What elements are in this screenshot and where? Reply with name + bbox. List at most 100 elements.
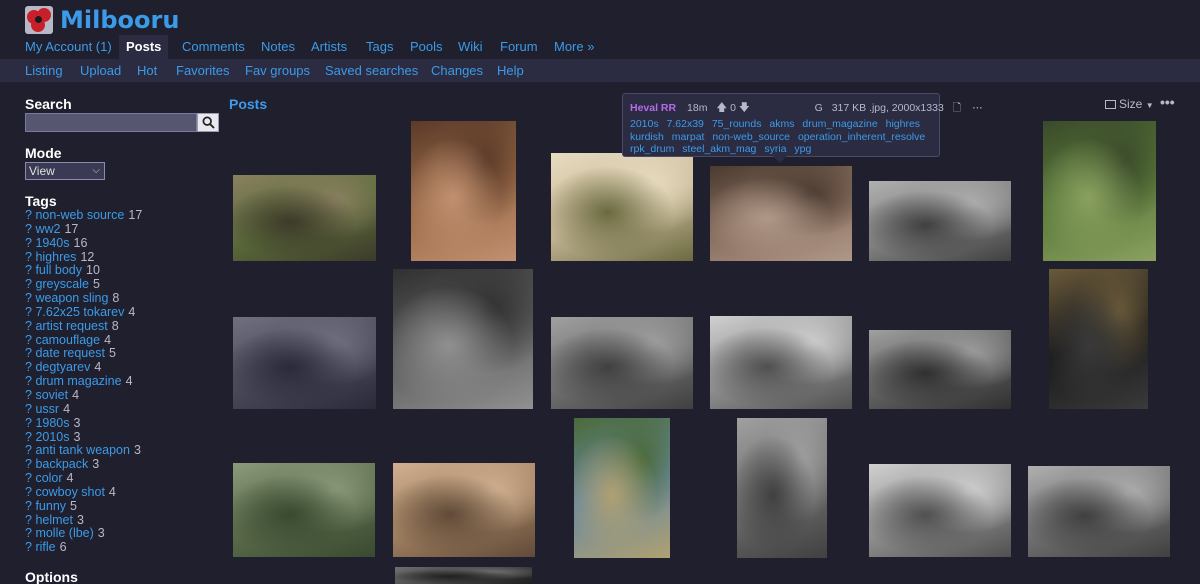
search-button[interactable] [197,113,219,132]
tag-wiki-link[interactable]: ? [25,540,32,554]
nav-tags[interactable]: Tags [359,35,400,59]
tag-search-link[interactable]: 1940s [35,236,69,250]
search-input[interactable] [25,113,197,132]
thumb-poster-document[interactable] [1049,269,1148,409]
subnav-hot[interactable]: Hot [137,59,157,82]
tag-search-link[interactable]: 7.62x25 tokarev [35,305,124,319]
thumb-kurdish-fighter[interactable] [710,166,852,261]
tag-search-link[interactable]: soviet [35,388,68,402]
thumb-partial-bottom[interactable] [395,567,532,584]
nav-my-account[interactable]: My Account (1) [18,35,119,59]
tag-search-link[interactable]: molle (lbe) [35,526,93,540]
tag-search-link[interactable]: anti tank weapon [35,443,130,457]
tag-search-link[interactable]: full body [35,263,82,277]
tag-wiki-link[interactable]: ? [25,319,32,333]
tag-wiki-link[interactable]: ? [25,374,32,388]
tag-wiki-link[interactable]: ? [25,443,32,457]
subnav-help[interactable]: Help [497,59,524,82]
tag-wiki-link[interactable]: ? [25,485,32,499]
tag-wiki-link[interactable]: ? [25,333,32,347]
tag-wiki-link[interactable]: ? [25,236,32,250]
tag-wiki-link[interactable]: ? [25,360,32,374]
tag-wiki-link[interactable]: ? [25,457,32,471]
thumb-trench-soldiers[interactable] [869,181,1011,261]
tooltip-tag-link[interactable]: kurdish [630,131,664,143]
more-options-button[interactable]: ••• [1160,94,1175,110]
tag-wiki-link[interactable]: ? [25,277,32,291]
thumb-soldier-bazooka[interactable] [1028,466,1170,557]
thumb-soldier-helmet[interactable] [233,463,375,557]
thumb-soldier-rpg[interactable] [411,121,516,261]
tag-wiki-link[interactable]: ? [25,222,32,236]
thumb-children-cannon[interactable] [869,464,1011,557]
thumb-spec-ops-team[interactable] [233,317,376,409]
subnav-listing[interactable]: Listing [25,59,63,82]
thumb-firing-line[interactable] [869,330,1011,409]
size-selector[interactable]: Size ▼ [1105,97,1154,111]
tag-wiki-link[interactable]: ? [25,416,32,430]
tooltip-tag-link[interactable]: rpk_drum [630,143,674,155]
subnav-favorites[interactable]: Favorites [176,59,229,82]
site-title[interactable]: Milbooru [60,6,179,34]
tag-search-link[interactable]: artist request [35,319,107,333]
nav-posts[interactable]: Posts [119,35,169,59]
subnav-fav-groups[interactable]: Fav groups [245,59,310,82]
tag-search-link[interactable]: greyscale [35,277,89,291]
tooltip-tag-link[interactable]: syria [764,143,786,155]
nav-artists[interactable]: Artists [304,35,354,59]
nav-notes[interactable]: Notes [254,35,302,59]
thumb-german-soldiers[interactable] [393,269,533,409]
thumb-red-flag-soldiers[interactable] [710,316,852,409]
tag-wiki-link[interactable]: ? [25,263,32,277]
tag-search-link[interactable]: cowboy shot [35,485,104,499]
subnav-changes[interactable]: Changes [431,59,483,82]
tooltip-tag-link[interactable]: drum_magazine [802,118,877,130]
tag-search-link[interactable]: degtyarev [35,360,90,374]
tag-search-link[interactable]: drum magazine [35,374,121,388]
tag-search-link[interactable]: camouflage [35,333,100,347]
tooltip-tag-link[interactable]: non-web_source [712,131,790,143]
tag-wiki-link[interactable]: ? [25,305,32,319]
tag-wiki-link[interactable]: ? [25,402,32,416]
tag-wiki-link[interactable]: ? [25,208,32,222]
tag-search-link[interactable]: helmet [35,513,73,527]
thumb-beach-carry[interactable] [574,418,670,558]
tag-search-link[interactable]: ussr [35,402,59,416]
tag-search-link[interactable]: date request [35,346,105,361]
upvote-icon[interactable]: 🡅 [716,102,727,114]
tooltip-uploader[interactable]: Heval RR [630,102,676,114]
nav-comments[interactable]: Comments [175,35,252,59]
tag-wiki-link[interactable]: ? [25,471,32,485]
tooltip-tag-link[interactable]: 2010s [630,118,659,130]
tag-search-link[interactable]: backpack [35,457,88,471]
tag-search-link[interactable]: highres [35,250,76,264]
nav-wiki[interactable]: Wiki [451,35,490,59]
tag-search-link[interactable]: color [35,471,62,485]
tag-search-link[interactable]: non-web source [35,208,124,222]
thumb-artillery-gun[interactable] [737,418,827,558]
nav-more[interactable]: More » [547,35,601,59]
tag-search-link[interactable]: 1980s [35,416,69,430]
tag-wiki-link[interactable]: ? [25,499,32,513]
site-logo-icon[interactable] [25,6,53,34]
subnav-upload[interactable]: Upload [80,59,121,82]
downvote-icon[interactable]: 🡇 [739,102,750,114]
tooltip-tag-link[interactable]: steel_akm_mag [682,143,756,155]
tag-wiki-link[interactable]: ? [25,513,32,527]
thumb-desert-soldier[interactable] [393,463,535,557]
tag-wiki-link[interactable]: ? [25,346,32,361]
tooltip-tag-link[interactable]: highres [886,118,920,130]
tag-wiki-link[interactable]: ? [25,430,32,444]
thumb-factory-woman[interactable] [551,317,693,409]
tooltip-tag-link[interactable]: akms [769,118,794,130]
tag-search-link[interactable]: ww2 [35,222,60,236]
file-icon[interactable]: 🗋 [953,102,961,114]
tooltip-tag-link[interactable]: 75_rounds [712,118,762,130]
tag-wiki-link[interactable]: ? [25,250,32,264]
tag-wiki-link[interactable]: ? [25,526,32,540]
nav-forum[interactable]: Forum [493,35,545,59]
thumb-officers-park[interactable] [1043,121,1156,261]
mode-select[interactable]: View ⌵ [25,162,105,180]
tag-wiki-link[interactable]: ? [25,388,32,402]
tooltip-tag-link[interactable]: marpat [672,131,705,143]
